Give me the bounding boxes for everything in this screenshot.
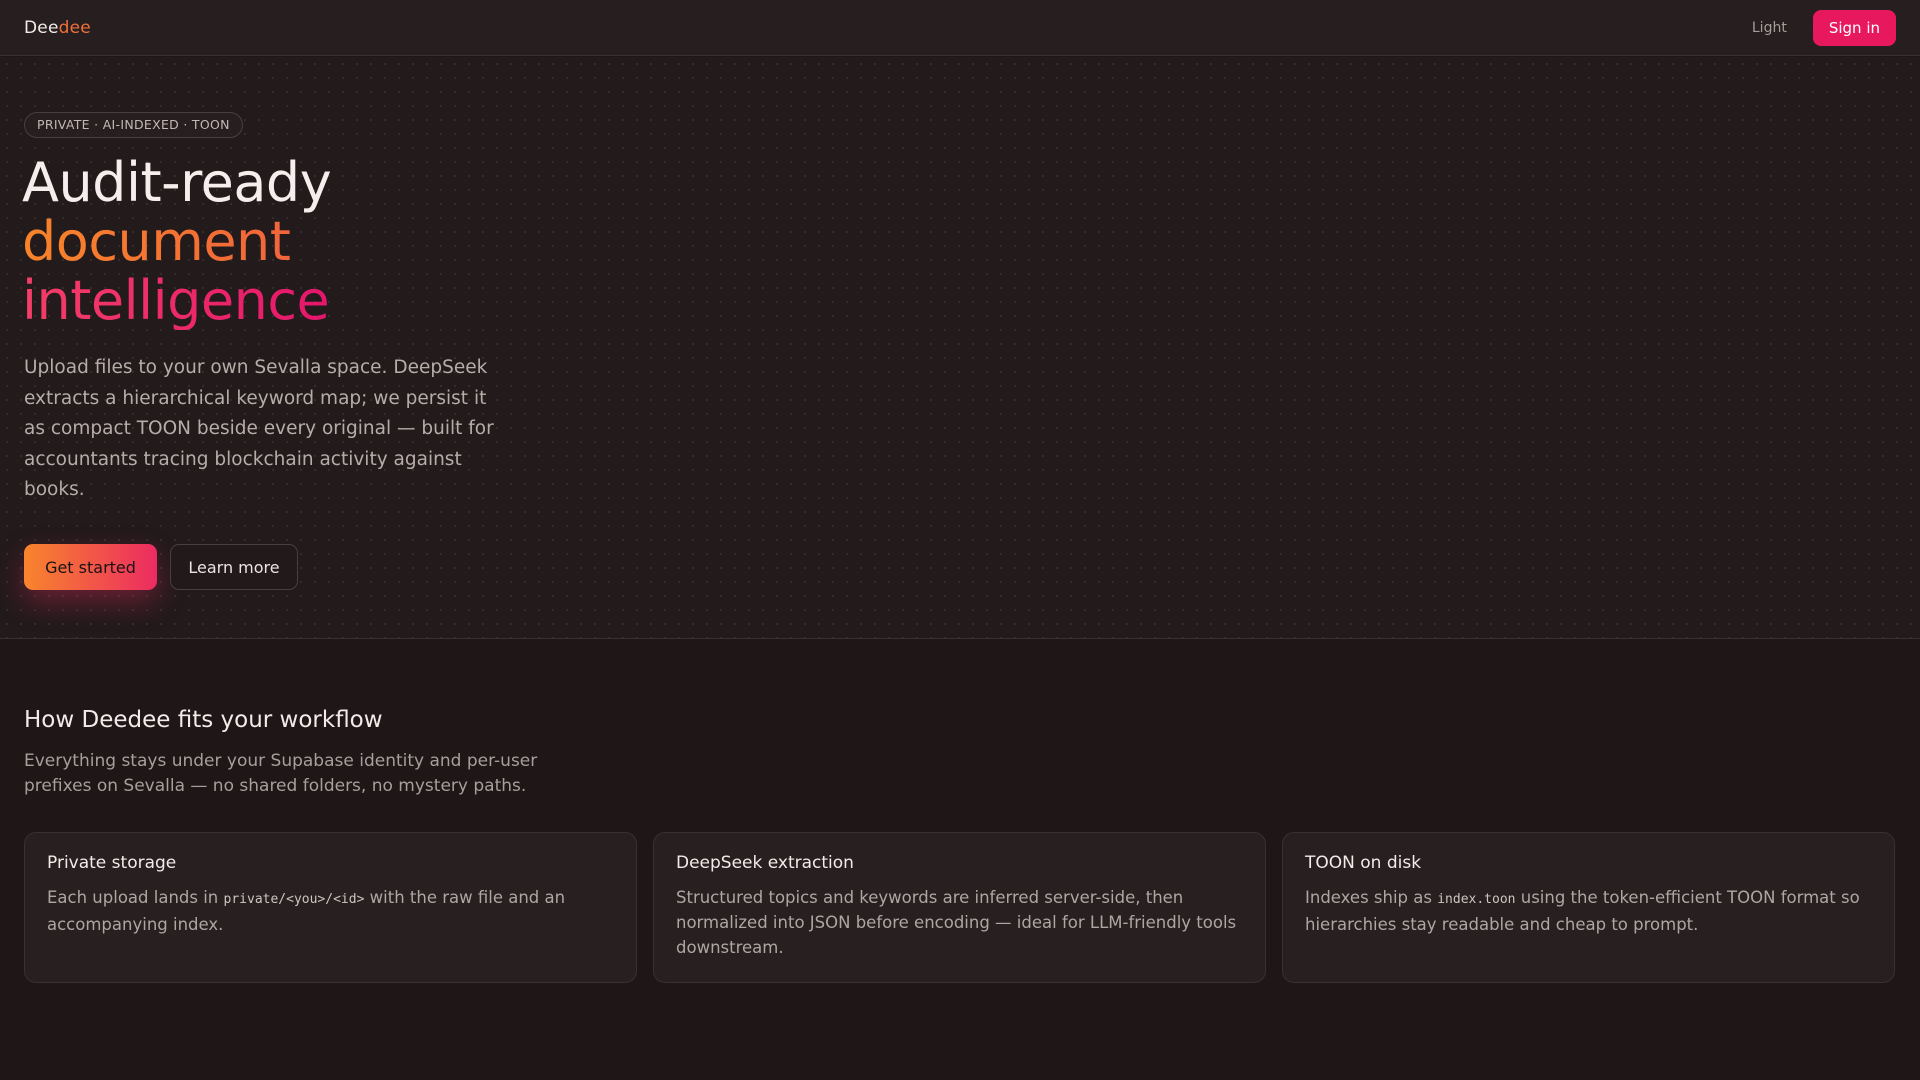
feature-card-deepseek-extraction: DeepSeek extraction Structured topics an… — [653, 832, 1266, 983]
brand-text-part2: dee — [58, 17, 91, 38]
nav-actions: Light Sign in — [1746, 9, 1896, 46]
headline-line-3: intelligence — [22, 269, 330, 332]
theme-toggle-button[interactable]: Light — [1746, 19, 1793, 37]
learn-more-button[interactable]: Learn more — [170, 544, 298, 590]
brand-logo[interactable]: Deedee — [24, 18, 91, 38]
card-body: Each upload lands in private/<you>/<id> … — [47, 885, 614, 937]
hero-description: Upload files to your own Sevalla space. … — [24, 357, 494, 500]
card-body-code: private/<you>/<id> — [223, 892, 365, 907]
top-nav: Deedee Light Sign in — [0, 0, 1920, 56]
hero-section: PRIVATE · AI-INDEXED · TOON Audit-ready … — [0, 57, 1920, 639]
feature-cards: Private storage Each upload lands in pri… — [24, 832, 1895, 983]
card-body: Structured topics and keywords are infer… — [676, 888, 1237, 957]
card-title: Private storage — [47, 853, 177, 873]
headline-line-2: document — [22, 212, 331, 271]
card-title: TOON on disk — [1305, 853, 1422, 873]
card-body: Indexes ship as index.toon using the tok… — [1305, 885, 1872, 937]
sign-in-button[interactable]: Sign in — [1812, 9, 1896, 46]
feature-pill-badge: PRIVATE · AI-INDEXED · TOON — [24, 112, 243, 138]
headline-line-1: Audit-ready — [22, 151, 332, 214]
workflow-section-subtitle: Everything stays under your Supabase ide… — [24, 751, 538, 796]
card-title: DeepSeek extraction — [676, 853, 854, 873]
workflow-section-title: How Deedee fits your workflow — [24, 707, 383, 733]
card-body-text: Each upload lands in — [47, 888, 224, 907]
feature-card-toon-on-disk: TOON on disk Indexes ship as index.toon … — [1282, 832, 1895, 983]
hero-headline: Audit-ready document intelligence — [22, 151, 332, 332]
brand-text-part1: Dee — [24, 17, 59, 38]
feature-card-private-storage: Private storage Each upload lands in pri… — [24, 832, 637, 983]
card-body-text: Indexes ship as — [1305, 888, 1438, 907]
get-started-button[interactable]: Get started — [24, 544, 157, 590]
card-body-code: index.toon — [1437, 892, 1516, 907]
